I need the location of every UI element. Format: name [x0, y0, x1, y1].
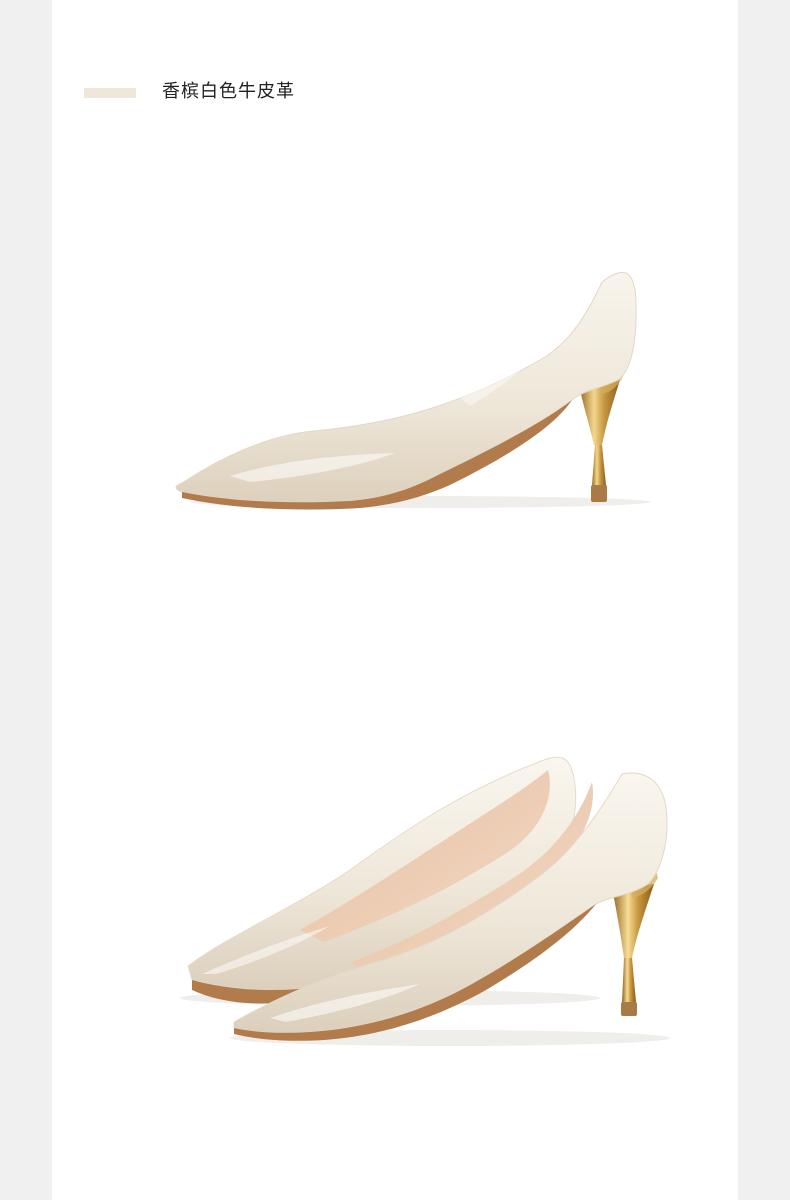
color-title: 香槟白色牛皮革	[162, 81, 295, 102]
shoe-pair-view	[140, 720, 680, 1060]
pump-shoe-pair-icon	[180, 756, 670, 1046]
color-swatch	[84, 88, 136, 98]
shoe-side-view	[140, 230, 680, 530]
pump-shoe-side-icon	[175, 271, 650, 510]
product-detail-page: 香槟白色牛皮革	[0, 0, 790, 1200]
